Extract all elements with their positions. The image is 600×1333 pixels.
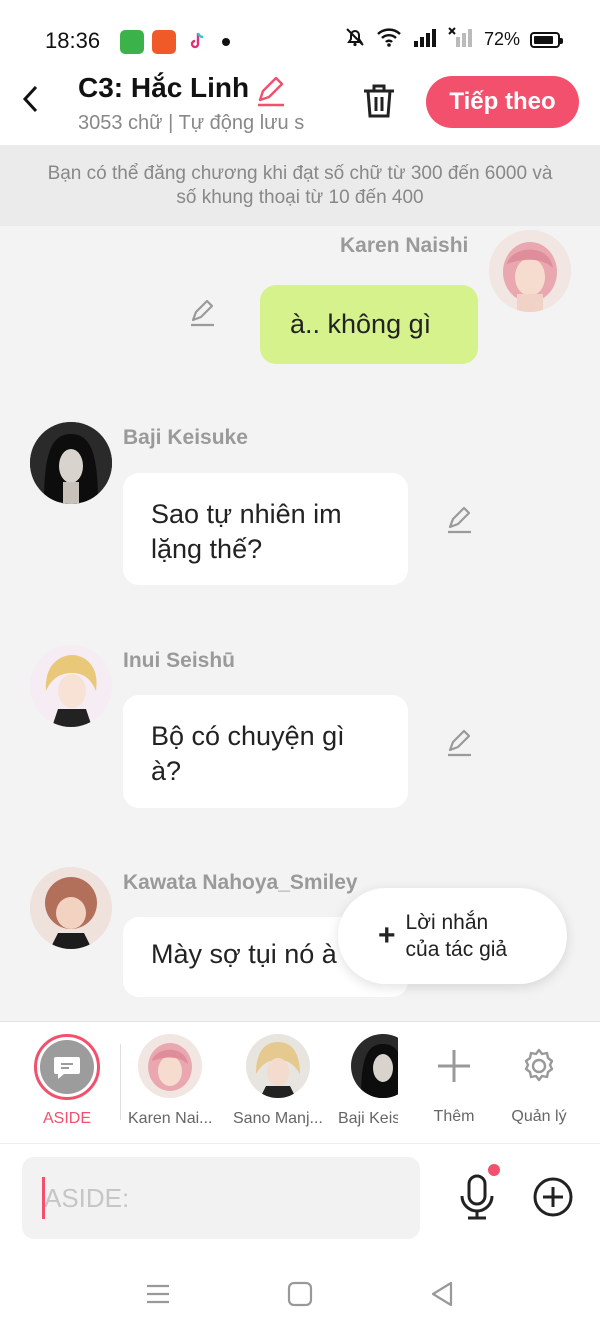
app-notification-icon [152,30,176,54]
home-square-icon [287,1281,313,1307]
character-label: Karen Nai... [128,1110,213,1127]
pencil-icon [448,506,471,534]
chat-bubble-icon [54,1057,80,1079]
message-input[interactable] [22,1157,420,1239]
notification-dot [488,1164,500,1176]
edit-message-button[interactable] [188,298,218,328]
chat-area[interactable]: Karen Naishi à.. không gì Baji Keisuke S… [0,226,600,1021]
pencil-icon [448,729,471,757]
character-selector: ASIDE Karen Nai... Sano Manj... Baji Kei… [0,1021,600,1143]
avatar [351,1034,398,1098]
text-caret [42,1177,45,1219]
aside-avatar [34,1034,100,1100]
add-character-button[interactable]: Thêm [431,1034,477,1126]
author-note-button[interactable]: + Lời nhắn của tác giả [338,888,567,984]
trash-icon [364,84,394,118]
tiktok-icon [185,30,209,54]
message-bubble[interactable]: à.. không gì [260,285,478,364]
voice-input-button[interactable] [456,1172,498,1222]
signal-no-sim-icon [448,26,474,53]
edit-title-button[interactable] [254,74,286,107]
sender-name: Karen Naishi [340,234,469,257]
character-label: Sano Manj... [233,1110,323,1127]
pencil-icon [258,76,284,107]
battery-percent: 72% [483,29,520,49]
add-content-button[interactable] [532,1176,574,1218]
triangle-back-icon [431,1281,453,1307]
pencil-icon [191,299,214,327]
divider [120,1044,121,1120]
plus-icon: + [378,919,396,952]
character-baji[interactable]: Baji Keis [338,1034,398,1128]
avatar[interactable] [489,230,571,312]
menu-nav-button[interactable] [143,1279,173,1309]
back-nav-button[interactable] [427,1279,457,1309]
delete-button[interactable] [360,82,398,120]
gear-icon [524,1048,554,1082]
microphone-icon [460,1174,494,1220]
message-bubble[interactable]: Sao tự nhiên im lặng thế? [123,473,408,585]
character-label: ASIDE [42,1110,91,1127]
editor-header: C3: Hắc Linh 3053 chữ | Tự động lưu s Ti… [0,70,600,145]
character-karen[interactable]: Karen Nai... [128,1034,212,1128]
battery-icon [530,31,563,48]
publish-requirement-notice: Bạn có thể đăng chương khi đạt số chữ từ… [0,145,600,226]
status-bar: 18:36 72% [0,0,600,70]
app-notification-icon [120,30,144,54]
avatar[interactable] [30,422,112,504]
word-count-status: 3053 chữ | Tự động lưu s [78,112,305,134]
edit-message-button[interactable] [445,728,475,758]
chapter-title: C3: Hắc Linh [78,72,250,103]
system-navigation-bar [0,1253,600,1333]
character-label: Quản lý [511,1108,567,1125]
character-aside[interactable]: ASIDE [34,1034,100,1128]
avatar [245,1034,310,1098]
character-label: Thêm [433,1108,475,1125]
notification-dot [222,38,230,46]
character-label: Baji Keis [338,1110,398,1127]
manage-characters-button[interactable]: Quản lý [510,1034,568,1126]
character-sano[interactable]: Sano Manj... [233,1034,323,1128]
bell-muted-icon [344,26,366,53]
back-button[interactable] [14,82,48,116]
home-nav-button[interactable] [285,1279,315,1309]
plus-icon [438,1050,470,1082]
edit-message-button[interactable] [445,505,475,535]
sender-name: Inui Seishū [123,649,236,672]
avatar[interactable] [30,645,112,727]
chevron-left-icon [22,85,38,113]
message-bubble[interactable]: Bộ có chuyện gì à? [123,695,408,808]
author-note-line1: Lời nhắn [405,911,489,934]
composer [0,1143,600,1253]
menu-icon [147,1284,169,1304]
plus-circle-icon [533,1177,573,1217]
next-button[interactable]: Tiếp theo [426,76,579,128]
avatar [138,1034,203,1098]
status-time: 18:36 [45,28,101,53]
author-note-label: Lời nhắn của tác giả [406,909,508,963]
signal-icon [412,26,438,53]
wifi-icon [376,26,402,53]
avatar[interactable] [30,867,112,949]
sender-name: Baji Keisuke [123,426,248,449]
sender-name: Kawata Nahoya_Smiley [123,871,358,894]
author-note-line2: của tác giả [405,938,508,961]
